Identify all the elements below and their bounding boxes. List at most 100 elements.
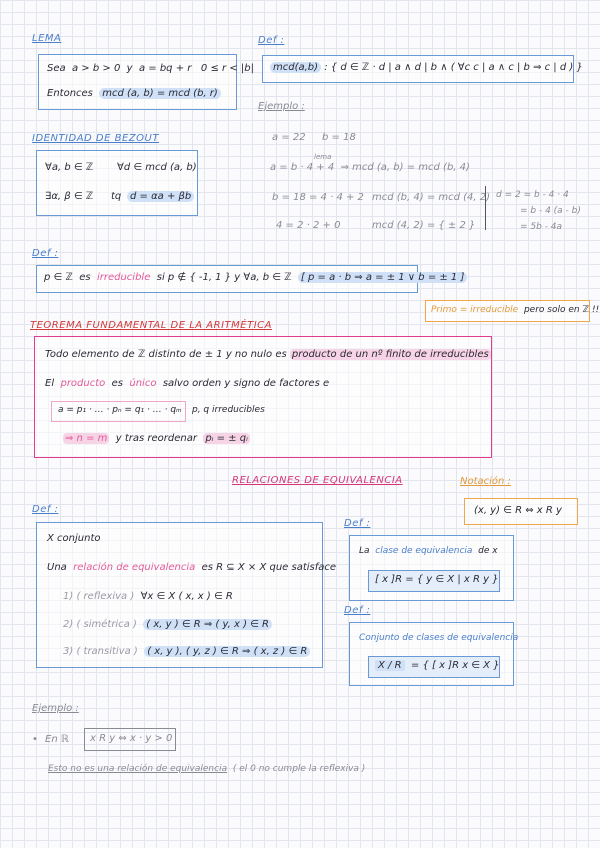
teorema-line1-b: producto de un nº finito de irreducibles (289, 349, 491, 360)
def-irreducible-text: p ∈ ℤ es irreducible si p ∉ { -1, 1 } y … (44, 272, 468, 283)
def-mcd-box: mcd(a,b) : { d ∈ ℤ · d | a ∧ d | b ∧ ( ∀… (262, 55, 583, 83)
bezout-formula-text: d = αa + βb (127, 191, 195, 202)
ej2-no-equiv: Esto no es una relación de equivalencia (48, 764, 228, 774)
teorema-pi: pᵢ = ± qᵢ (203, 433, 250, 444)
teorema-reordenar: y tras reordenar (115, 433, 197, 444)
ej1-side1: d = 2 = b - 4 · 4 (496, 190, 569, 200)
def-irreducible-title: Def : (32, 248, 59, 259)
lema-title: LEMA (32, 33, 62, 44)
notacion-formula: (x, y) ∈ R ⇔ x R y (474, 505, 562, 516)
clase-la: La (359, 546, 370, 556)
irr-p: p ∈ ℤ (44, 272, 73, 283)
ej1-b: b = 18 (322, 132, 356, 143)
ej2-reason: ( el 0 no cumple la reflexiva ) (232, 764, 366, 774)
ej1-step2a: b = 18 = 4 · 4 + 2 (272, 192, 364, 203)
bezout-box: ∀a, b ∈ ℤ ∀d ∈ mcd (a, b) ∃α, β ∈ ℤ tq d… (36, 150, 198, 216)
teorema-unico: único (129, 378, 157, 389)
teorema-box: Todo elemento de ℤ distinto de ± 1 y no … (34, 336, 492, 458)
primo-text: Primo = irreducible pero solo en ℤ !!! (431, 305, 600, 315)
def-mcd-formula: mcd(a,b) : { d ∈ ℤ · d | a ∧ d | b ∧ ( ∀… (270, 62, 583, 73)
lema-cond3: 0 ≤ r < |b| (200, 63, 254, 74)
ej2-relation-box: x R y ⇔ x · y > 0 (84, 728, 176, 751)
relacion-p1: 1) ( reflexiva ) ∀x ∈ X ( x, x ) ∈ R (63, 591, 233, 602)
ej1-side2: = b - 4 (a - b) (520, 206, 581, 216)
lema-line1: Sea a > b > 0 y a = bq + r 0 ≤ r < |b| (47, 63, 254, 74)
bezout-row1b: ∀d ∈ mcd (a, b) (117, 162, 197, 173)
primo-note: Primo = irreducible pero solo en ℤ !!! (425, 300, 600, 322)
relacion-p3-a: 3) ( transitiva ) (63, 646, 138, 657)
ej1-step1-a: a = b · 4 + 4 (270, 162, 335, 173)
lema-line2: Entonces mcd (a, b) = mcd (b, r) (47, 88, 221, 99)
clase-formula: [ x ]R = { y ∈ X | x R y } (375, 574, 499, 585)
relacion-p2-a: 2) ( simétrica ) (63, 619, 137, 630)
relacion-word: relación de equivalencia (73, 562, 196, 573)
relacion-una: Una (47, 562, 67, 573)
teorema-line1-a: Todo elemento de ℤ distinto de ± 1 y no … (45, 349, 287, 360)
bezout-formula: d = αa + βb (127, 191, 195, 202)
teorema-formula: a = p₁ · … · pₙ = q₁ · … · qₘ (58, 405, 182, 415)
teorema-es: es (111, 378, 124, 389)
lema-result: mcd (a, b) = mcd (b, r) (99, 88, 221, 99)
teorema-formula-box: a = p₁ · … · pₙ = q₁ · … · qₘ (51, 401, 186, 422)
ej2-relation: x R y ⇔ x · y > 0 (90, 733, 173, 744)
relacion-cond: es R ⊆ X × X que satisface (201, 562, 337, 573)
def-clase-box: La clase de equivalencia de x [ x ]R = {… (349, 535, 514, 601)
lema-cond1: a > b > 0 (72, 63, 121, 74)
ejemplo1-title: Ejemplo : (258, 101, 305, 112)
ej1-side3: = 5b - 4a (520, 222, 563, 232)
bezout-tq: tq (111, 191, 122, 202)
cociente-formula-box: X / R = { [ x ]R x ∈ X } (368, 656, 500, 678)
teorema-conclusion: ⇒ n = m y tras reordenar pᵢ = ± qᵢ (63, 433, 250, 444)
def-cociente-title: Def : (344, 605, 371, 616)
cociente-xr: X / R (375, 660, 405, 671)
teorema-el: El (45, 378, 55, 389)
def-clase-title: Def : (344, 518, 371, 529)
def-relacion-title: Def : (32, 504, 59, 515)
irr-word: irreducible (96, 272, 151, 283)
relacion-p1-a: 1) ( reflexiva ) (63, 591, 135, 602)
teorema-line2: El producto es único salvo orden y signo… (45, 378, 329, 389)
lema-box: Sea a > b > 0 y a = bq + r 0 ≤ r < |b| E… (38, 54, 254, 110)
ej2-bullet: • (32, 734, 38, 745)
clase-dex: de x (478, 546, 498, 556)
ej1-a: a = 22 (272, 132, 306, 143)
bezout-row2a: ∃α, β ∈ ℤ (45, 191, 94, 202)
cociente-text: Conjunto de clases de equivalencia (359, 633, 519, 643)
teorema-nm: ⇒ n = m (63, 433, 110, 444)
primo-a: Primo = irreducible (431, 305, 519, 315)
lema-entonces: Entonces (47, 88, 93, 99)
teorema-title: TEOREMA FUNDAMENTAL DE LA ARITMÉTICA (30, 320, 272, 331)
irr-implication: [ p = a · b ⇒ a = ± 1 ∨ b = ± 1 ] (297, 272, 468, 283)
teorema-producto: producto (60, 378, 106, 389)
mcd-set: : { d ∈ ℤ · d | a ∧ d | b ∧ ( ∀c c | a ∧… (324, 62, 583, 73)
cociente-set: = { [ x ]R x ∈ X } (410, 660, 500, 671)
bezout-title: IDENTIDAD DE BEZOUT (32, 133, 159, 144)
ej1-lema-note: lema (314, 153, 332, 161)
lema-y: y (126, 63, 133, 74)
relacion-line2: Una relación de equivalencia es R ⊆ X × … (47, 562, 336, 573)
ej1-step2b: mcd (b, 4) = mcd (4, 2) (372, 192, 491, 203)
teorema-line1: Todo elemento de ℤ distinto de ± 1 y no … (45, 349, 491, 360)
relacion-p1-b: ∀x ∈ X ( x, x ) ∈ R (140, 591, 233, 602)
teorema-formula-note: p, q irreducibles (192, 405, 265, 415)
relacion-line1: X conjunto (47, 533, 101, 544)
lema-sea: Sea (47, 63, 66, 74)
ej1-divider (485, 186, 487, 230)
relacion-p3: 3) ( transitiva ) ( x, y ), ( y, z ) ∈ R… (63, 646, 311, 657)
bezout-row1a: ∀a, b ∈ ℤ (45, 162, 94, 173)
def-cociente-box: Conjunto de clases de equivalencia X / R… (349, 622, 518, 686)
primo-b: pero solo en ℤ !!! (523, 305, 600, 315)
ej1-step1-b: ⇒ mcd (a, b) = mcd (b, 4) (340, 162, 470, 173)
irr-cond: si p ∉ { -1, 1 } y ∀a, b ∈ ℤ (156, 272, 292, 283)
lema-cond2: a = bq + r (138, 63, 192, 74)
clase-word: clase de equivalencia (375, 546, 473, 556)
relaciones-title: RELACIONES DE EQUIVALENCIA (232, 475, 403, 486)
irr-es: es (79, 272, 91, 283)
ej1-step1: a = b · 4 + 4 ⇒ mcd (a, b) = mcd (b, 4) (270, 162, 470, 173)
def-relacion-box: X conjunto Una relación de equivalencia … (36, 522, 336, 668)
ejemplo2-title: Ejemplo : (32, 703, 79, 714)
clase-text: La clase de equivalencia de x (359, 546, 498, 556)
ej1-step3a: 4 = 2 · 2 + 0 (276, 220, 341, 231)
mcd-term: mcd(a,b) (270, 62, 322, 73)
notacion-box: (x, y) ∈ R ⇔ x R y (464, 498, 578, 525)
